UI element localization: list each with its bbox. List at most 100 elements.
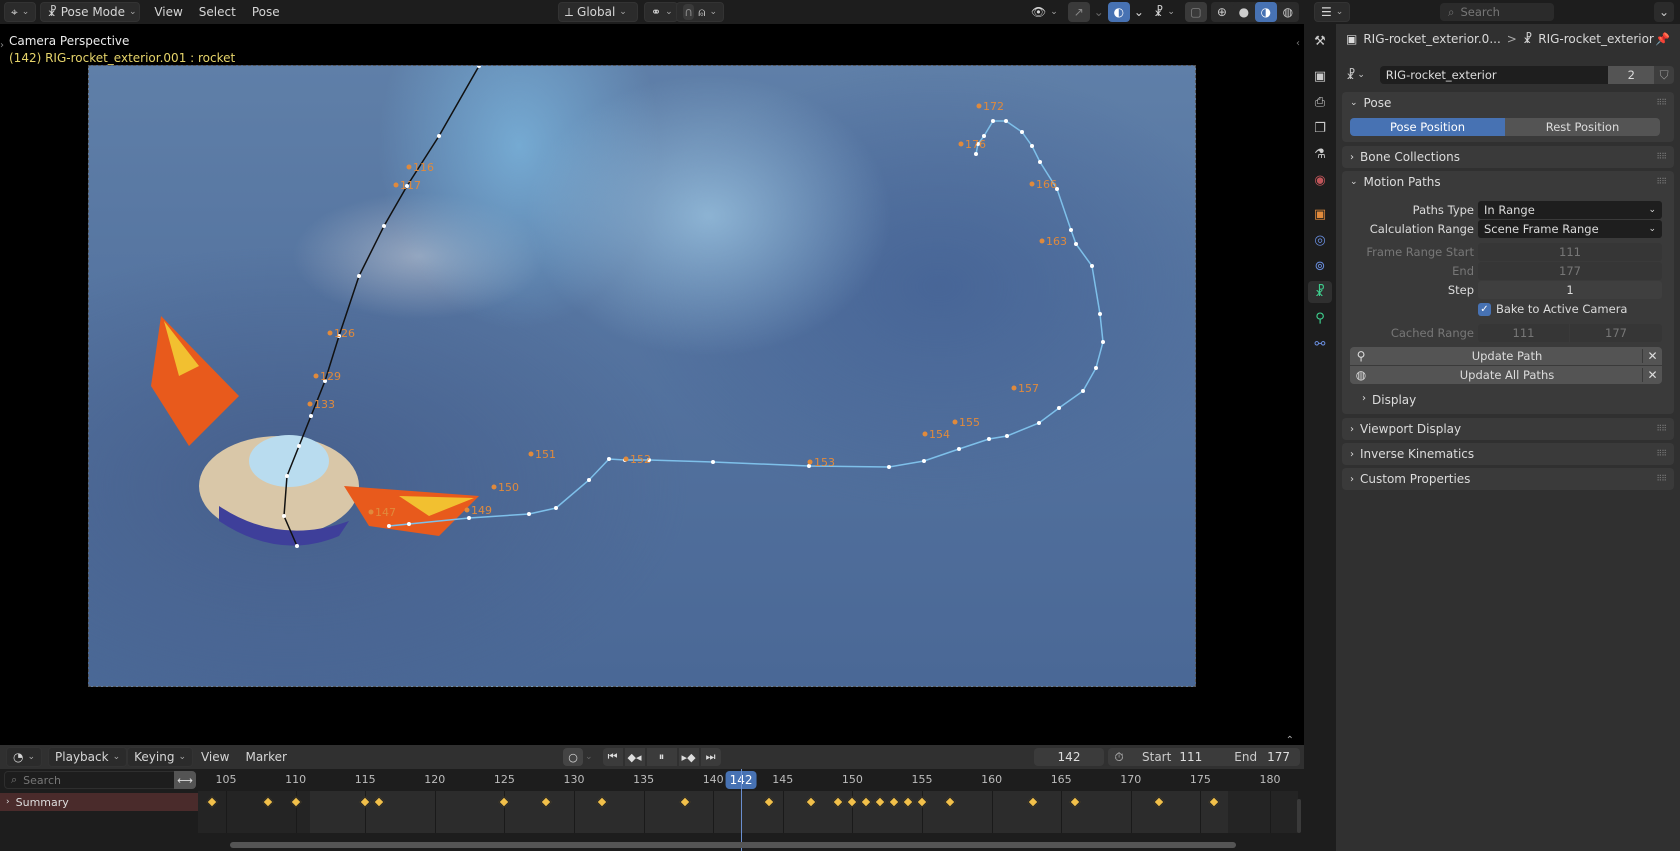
auto-keying-toggle[interactable]: ○ bbox=[563, 748, 583, 766]
tab-render[interactable]: ▣ bbox=[1308, 65, 1332, 87]
datablock-name-field[interactable]: RIG-rocket_exterior bbox=[1379, 66, 1609, 84]
tab-physics[interactable]: ◎ bbox=[1308, 229, 1332, 251]
tab-armature-data[interactable]: ☧ bbox=[1308, 281, 1332, 303]
swap-filter-button[interactable]: ⟷ bbox=[174, 771, 196, 789]
update-path-button[interactable]: ⚲ Update Path ✕ bbox=[1350, 347, 1662, 365]
tab-scene[interactable]: ⚗ bbox=[1308, 143, 1332, 165]
drag-handle-icon[interactable]: ⠿⠿ bbox=[1656, 177, 1667, 186]
datablock-browse-button[interactable]: ☧ ⌄ bbox=[1346, 66, 1380, 84]
menu-select[interactable]: Select bbox=[191, 5, 244, 19]
rendered-shading-button[interactable]: ◍ bbox=[1276, 2, 1299, 22]
tab-object-constraints[interactable]: ⊚ bbox=[1308, 255, 1332, 277]
toolbar-expand-icon[interactable]: › bbox=[0, 40, 4, 51]
inverse-kinematics-header[interactable]: › Inverse Kinematics bbox=[1342, 443, 1674, 465]
frame-start-field[interactable]: 111 bbox=[1478, 243, 1662, 261]
pose-position-button[interactable]: Pose Position bbox=[1350, 118, 1505, 136]
tab-bone-constraints[interactable]: ⚯ bbox=[1308, 333, 1332, 355]
keyframe-diamond[interactable] bbox=[262, 796, 274, 808]
jump-next-keyframe-button[interactable]: ▸◆ bbox=[678, 748, 699, 766]
snap-toggle-icon[interactable]: ∩ bbox=[683, 4, 695, 20]
vertical-scrollbar[interactable] bbox=[1297, 799, 1301, 833]
visibility-dropdown[interactable]: 👁 ⌄ bbox=[1025, 2, 1064, 22]
rest-position-button[interactable]: Rest Position bbox=[1505, 118, 1660, 136]
timeline-menu-view[interactable]: View bbox=[193, 750, 237, 764]
playhead[interactable] bbox=[741, 769, 743, 851]
display-subpanel-header[interactable]: › Display bbox=[1362, 393, 1416, 407]
stopwatch-icon[interactable]: ⏱ bbox=[1108, 750, 1130, 765]
drag-handle-icon[interactable]: ⠿⠿ bbox=[1656, 152, 1667, 161]
mode-dropdown[interactable]: ☧ Pose Mode ⌄ bbox=[40, 2, 141, 22]
clear-path-button[interactable]: ✕ bbox=[1642, 349, 1662, 363]
keyframe-diamond[interactable] bbox=[206, 796, 218, 808]
sidebar-collapse-icon[interactable]: ‹ bbox=[1296, 38, 1300, 49]
editor-type-button[interactable]: ⌖ ⌄ bbox=[4, 2, 37, 22]
playback-menu[interactable]: Playback ⌄ bbox=[48, 747, 128, 767]
3d-viewport[interactable]: ⌖ ⌄ ☧ Pose Mode ⌄ View Select Pose ⟂ Glob… bbox=[0, 0, 1313, 746]
properties-editor-type-button[interactable]: ☰ ⌄ bbox=[1314, 2, 1351, 22]
channel-search-input[interactable]: ⌕ Search bbox=[4, 771, 194, 789]
summary-channel[interactable]: › Summary bbox=[0, 793, 198, 811]
current-frame-field[interactable]: 142 bbox=[1034, 748, 1104, 766]
expand-arrow-icon[interactable]: › bbox=[6, 797, 10, 807]
timeline-editor-type-button[interactable]: ◔ ⌄ bbox=[6, 747, 43, 767]
timeline-menu-marker[interactable]: Marker bbox=[237, 750, 294, 764]
end-frame-field[interactable]: 177 bbox=[1267, 750, 1290, 764]
camera-view[interactable]: 116 117 126 129 133 147 149 150 151 152 153 154 155 1… bbox=[88, 65, 1196, 687]
jump-prev-keyframe-button[interactable]: ◆◂ bbox=[624, 748, 645, 766]
menu-view[interactable]: View bbox=[146, 5, 190, 19]
drag-handle-icon[interactable]: ⠿⠿ bbox=[1656, 424, 1667, 433]
tab-bone[interactable]: ⚲ bbox=[1308, 307, 1332, 329]
paths-type-dropdown[interactable]: In Range ⌄ bbox=[1478, 201, 1662, 219]
chevron-down-icon[interactable]: ⌄ bbox=[1134, 5, 1144, 19]
solid-shading-button[interactable]: ● bbox=[1232, 2, 1255, 22]
custom-properties-header[interactable]: › Custom Properties bbox=[1342, 468, 1674, 490]
drag-handle-icon[interactable]: ⠿⠿ bbox=[1656, 98, 1667, 107]
menu-pose[interactable]: Pose bbox=[244, 5, 288, 19]
pose-section-header[interactable]: ⌄ Pose bbox=[1342, 92, 1674, 114]
pause-button[interactable]: ⏸ bbox=[646, 748, 677, 766]
chevron-down-icon[interactable]: ⌄ bbox=[1094, 5, 1104, 19]
chevron-down-icon[interactable]: ⌄ bbox=[585, 752, 593, 762]
viewport-display-header[interactable]: › Viewport Display bbox=[1342, 418, 1674, 440]
transform-orientation-dropdown[interactable]: ⟂ Global ⌄ bbox=[558, 2, 638, 22]
pin-icon[interactable]: 📌 bbox=[1655, 32, 1670, 46]
jump-to-start-button[interactable]: ⏮ bbox=[602, 748, 623, 766]
clear-all-paths-button[interactable]: ✕ bbox=[1642, 368, 1662, 382]
pose-overlays-dropdown[interactable]: ☧ ⌄ bbox=[1148, 2, 1181, 22]
jump-to-end-button[interactable]: ⏭ bbox=[700, 748, 721, 766]
keyframe-area[interactable] bbox=[198, 791, 1298, 833]
snap-target-icon[interactable]: ⍝ bbox=[698, 5, 705, 20]
properties-options-dropdown[interactable]: ⌄ bbox=[1654, 2, 1674, 22]
bone-collections-header[interactable]: › Bone Collections bbox=[1342, 146, 1674, 168]
tab-tool[interactable]: ⚒ bbox=[1308, 30, 1332, 52]
step-field[interactable]: 1 bbox=[1478, 281, 1662, 299]
material-shading-button[interactable]: ◑ bbox=[1254, 2, 1277, 22]
start-frame-field[interactable]: 111 bbox=[1179, 750, 1202, 764]
fake-user-button[interactable]: ⛉ bbox=[1654, 66, 1675, 84]
xray-toggle[interactable]: ▢ bbox=[1184, 2, 1207, 22]
user-count-button[interactable]: 2 bbox=[1608, 66, 1655, 84]
rocket-rig[interactable] bbox=[151, 316, 479, 546]
keying-menu[interactable]: Keying ⌄ bbox=[127, 747, 193, 767]
tab-view-layer[interactable]: ❐ bbox=[1308, 117, 1332, 139]
properties-search-input[interactable]: ⌕ Search bbox=[1440, 3, 1554, 21]
tab-world[interactable]: ◉ bbox=[1308, 169, 1332, 191]
snapping-group[interactable]: ∩ ⍝ ⌄ bbox=[676, 2, 724, 22]
pivot-point-dropdown[interactable]: ⚭ ⌄ bbox=[644, 2, 678, 22]
gizmo-toggle[interactable]: ↗ bbox=[1067, 2, 1090, 22]
motion-path-frame-dot bbox=[807, 464, 811, 468]
wireframe-shading-button[interactable]: ⊕ bbox=[1210, 2, 1233, 22]
horizontal-scrollbar[interactable] bbox=[230, 842, 1236, 848]
frame-end-field[interactable]: 177 bbox=[1478, 262, 1662, 280]
tab-output[interactable]: ⎙ bbox=[1308, 91, 1332, 113]
motion-paths-header[interactable]: ⌄ Motion Paths bbox=[1342, 171, 1674, 193]
update-all-paths-button[interactable]: ◍ Update All Paths ✕ bbox=[1350, 366, 1662, 384]
calc-range-dropdown[interactable]: Scene Frame Range ⌄ bbox=[1478, 220, 1662, 238]
bake-to-camera-checkbox[interactable]: ✓ Bake to Active Camera bbox=[1478, 302, 1627, 316]
overlays-toggle[interactable]: ◐ bbox=[1107, 2, 1130, 22]
tab-object[interactable]: ▣ bbox=[1308, 203, 1332, 225]
keyframe-diamond[interactable] bbox=[289, 796, 302, 808]
timeline-ruler[interactable]: ⌕ Search ⟷ 105 110 115 120 125 130 135 140 145 15… bbox=[0, 769, 1304, 791]
drag-handle-icon[interactable]: ⠿⠿ bbox=[1656, 449, 1667, 458]
drag-handle-icon[interactable]: ⠿⠿ bbox=[1656, 474, 1667, 483]
